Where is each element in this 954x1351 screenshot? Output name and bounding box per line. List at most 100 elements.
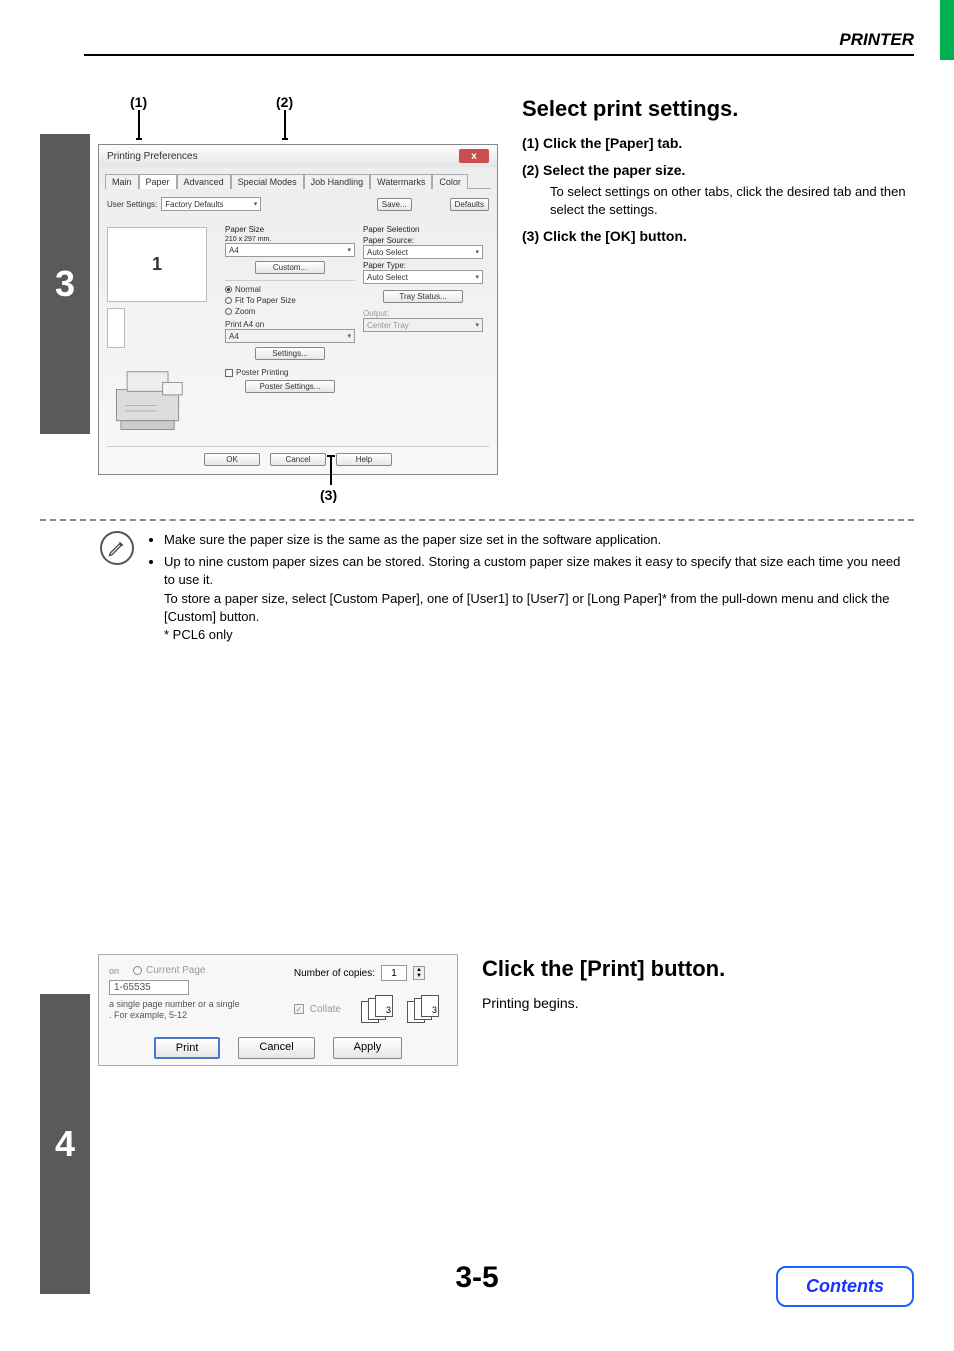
cancel-button[interactable]: Cancel [238, 1037, 314, 1059]
dialog3-wrap: (1) (2) Printing Preferences x Main Pape… [98, 94, 498, 505]
pencil-icon [100, 531, 134, 565]
output-value: Center Tray [367, 321, 409, 330]
copies-pane: Number of copies: 1 ▲▼ ✓ Collate 1 2 3 [294, 965, 447, 1023]
poster-label: Poster Printing [236, 368, 288, 377]
printer-icon [107, 354, 197, 434]
callout-1-line [138, 110, 140, 138]
poster-settings-button[interactable]: Poster Settings... [245, 380, 335, 393]
settings-button[interactable]: Settings... [255, 347, 325, 360]
callout-3-tick [327, 455, 335, 457]
copies-value[interactable]: 1 [381, 965, 407, 981]
paper-source-label: Paper Source: [363, 236, 483, 245]
tab-special-modes[interactable]: Special Modes [231, 174, 304, 189]
contents-button[interactable]: Contents [776, 1266, 914, 1307]
step-4-number: 4 [40, 994, 90, 1294]
tray-preview [107, 308, 125, 348]
defaults-button[interactable]: Defaults [450, 198, 489, 211]
callout-1-tick [136, 138, 142, 140]
inst-1-num: (1) [522, 135, 539, 151]
cancel-button[interactable]: Cancel [270, 453, 326, 466]
user-settings-value: Factory Defaults [165, 200, 223, 209]
paper-source-value: Auto Select [367, 248, 408, 257]
tab-color[interactable]: Color [432, 174, 468, 189]
paper-type-label: Paper Type: [363, 261, 483, 270]
output-dropdown: Center Tray ▾ [363, 318, 483, 332]
tab-main[interactable]: Main [105, 174, 139, 189]
copies-stepper[interactable]: ▲▼ [413, 966, 425, 980]
print-range-pane: on Current Page 1-65535 a single page nu… [109, 965, 240, 1023]
help-button[interactable]: Help [336, 453, 392, 466]
user-settings-label: User Settings: [107, 200, 157, 209]
paper-type-value: Auto Select [367, 273, 408, 282]
zoom-fit-label: Fit To Paper Size [235, 296, 296, 305]
preview-page-number: 1 [152, 254, 162, 275]
collate-label: Collate [310, 1004, 341, 1015]
inst-3-title: Click the [OK] button. [543, 228, 687, 244]
collate-checkbox[interactable]: ✓ [294, 1004, 304, 1014]
output-label: Output: [363, 309, 483, 318]
paper-source-dropdown[interactable]: Auto Select ▾ [363, 245, 483, 259]
custom-button[interactable]: Custom... [255, 261, 325, 274]
chevron-down-icon: ▾ [347, 246, 351, 254]
note-2-sub1: To store a paper size, select [Custom Pa… [164, 590, 914, 626]
poster-checkbox[interactable]: Poster Printing [225, 368, 355, 377]
tab-paper[interactable]: Paper [139, 174, 177, 189]
ok-button[interactable]: OK [204, 453, 260, 466]
dialog-tabs: Main Paper Advanced Special Modes Job Ha… [105, 173, 491, 189]
step-4-section: 4 on Current Page 1-65535 a single page … [40, 954, 914, 1294]
save-button[interactable]: Save... [377, 198, 412, 211]
inst-3-num: (3) [522, 228, 539, 244]
close-icon[interactable]: x [459, 149, 489, 163]
section-tab [940, 0, 954, 60]
note-2-text: Up to nine custom paper sizes can be sto… [164, 554, 900, 587]
chevron-down-icon: ▾ [475, 273, 479, 281]
step-3-section: 3 (1) (2) Printing Preferences x Main Pa… [40, 94, 914, 1294]
callout-3-line [330, 455, 332, 485]
zoom-fit-radio[interactable]: Fit To Paper Size [225, 296, 355, 305]
print-dialog-buttons: Print Cancel Apply [109, 1037, 447, 1059]
zoom-zoom-label: Zoom [235, 307, 255, 316]
print-on-dropdown[interactable]: A4 ▾ [225, 329, 355, 343]
tab-job-handling[interactable]: Job Handling [304, 174, 371, 189]
header-title: PRINTER [839, 30, 914, 50]
paper-size-value: A4 [229, 246, 239, 255]
print-on-label: Print A4 on [225, 320, 355, 329]
current-page-label: Current Page [146, 965, 205, 976]
chevron-down-icon: ▾ [254, 200, 258, 208]
step-4-heading: Click the [Print] button. [482, 954, 914, 984]
paper-type-dropdown[interactable]: Auto Select ▾ [363, 270, 483, 284]
apply-button[interactable]: Apply [333, 1037, 403, 1059]
zoom-normal-label: Normal [235, 285, 261, 294]
chevron-down-icon: ▼ [414, 973, 424, 979]
chevron-down-icon: ▾ [475, 321, 479, 329]
print-button[interactable]: Print [154, 1037, 221, 1059]
tray-status-button[interactable]: Tray Status... [383, 290, 463, 303]
paper-size-dim: 210 x 297 mm. [225, 236, 355, 243]
zoom-normal-radio[interactable]: Normal [225, 285, 355, 294]
paper-size-label: Paper Size [225, 225, 355, 234]
tab-watermarks[interactable]: Watermarks [370, 174, 432, 189]
header-rule [84, 54, 914, 56]
dialog-titlebar: Printing Preferences x [99, 145, 497, 167]
printing-preferences-dialog: Printing Preferences x Main Paper Advanc… [98, 144, 498, 475]
collate-icon-1: 1 2 3 [361, 995, 401, 1023]
current-page-radio[interactable]: on Current Page [109, 965, 240, 976]
chevron-down-icon: ▾ [475, 248, 479, 256]
paper-size-dropdown[interactable]: A4 ▾ [225, 243, 355, 257]
chevron-down-icon: ▾ [347, 332, 351, 340]
page-preview: 1 [107, 227, 207, 302]
range-hint-1: a single page number or a single [109, 999, 240, 1010]
dialog-button-row: OK Cancel Help [99, 447, 497, 474]
user-settings-dropdown[interactable]: Factory Defaults ▾ [161, 197, 261, 211]
zoom-zoom-radio[interactable]: Zoom [225, 307, 355, 316]
inst-2-desc: To select settings on other tabs, click … [550, 183, 914, 218]
page-range-input[interactable]: 1-65535 [109, 980, 189, 995]
note-2-sub2: * PCL6 only [164, 626, 914, 644]
print-dialog: on Current Page 1-65535 a single page nu… [98, 954, 458, 1066]
step-3-heading: Select print settings. [522, 94, 914, 124]
copies-label: Number of copies: [294, 968, 375, 979]
user-settings-row: User Settings: Factory Defaults ▾ Save..… [107, 197, 489, 211]
step-3-instructions: Select print settings. (1) Click the [Pa… [522, 94, 914, 253]
tab-advanced[interactable]: Advanced [177, 174, 231, 189]
note-body: Make sure the paper size is the same as … [146, 531, 914, 648]
